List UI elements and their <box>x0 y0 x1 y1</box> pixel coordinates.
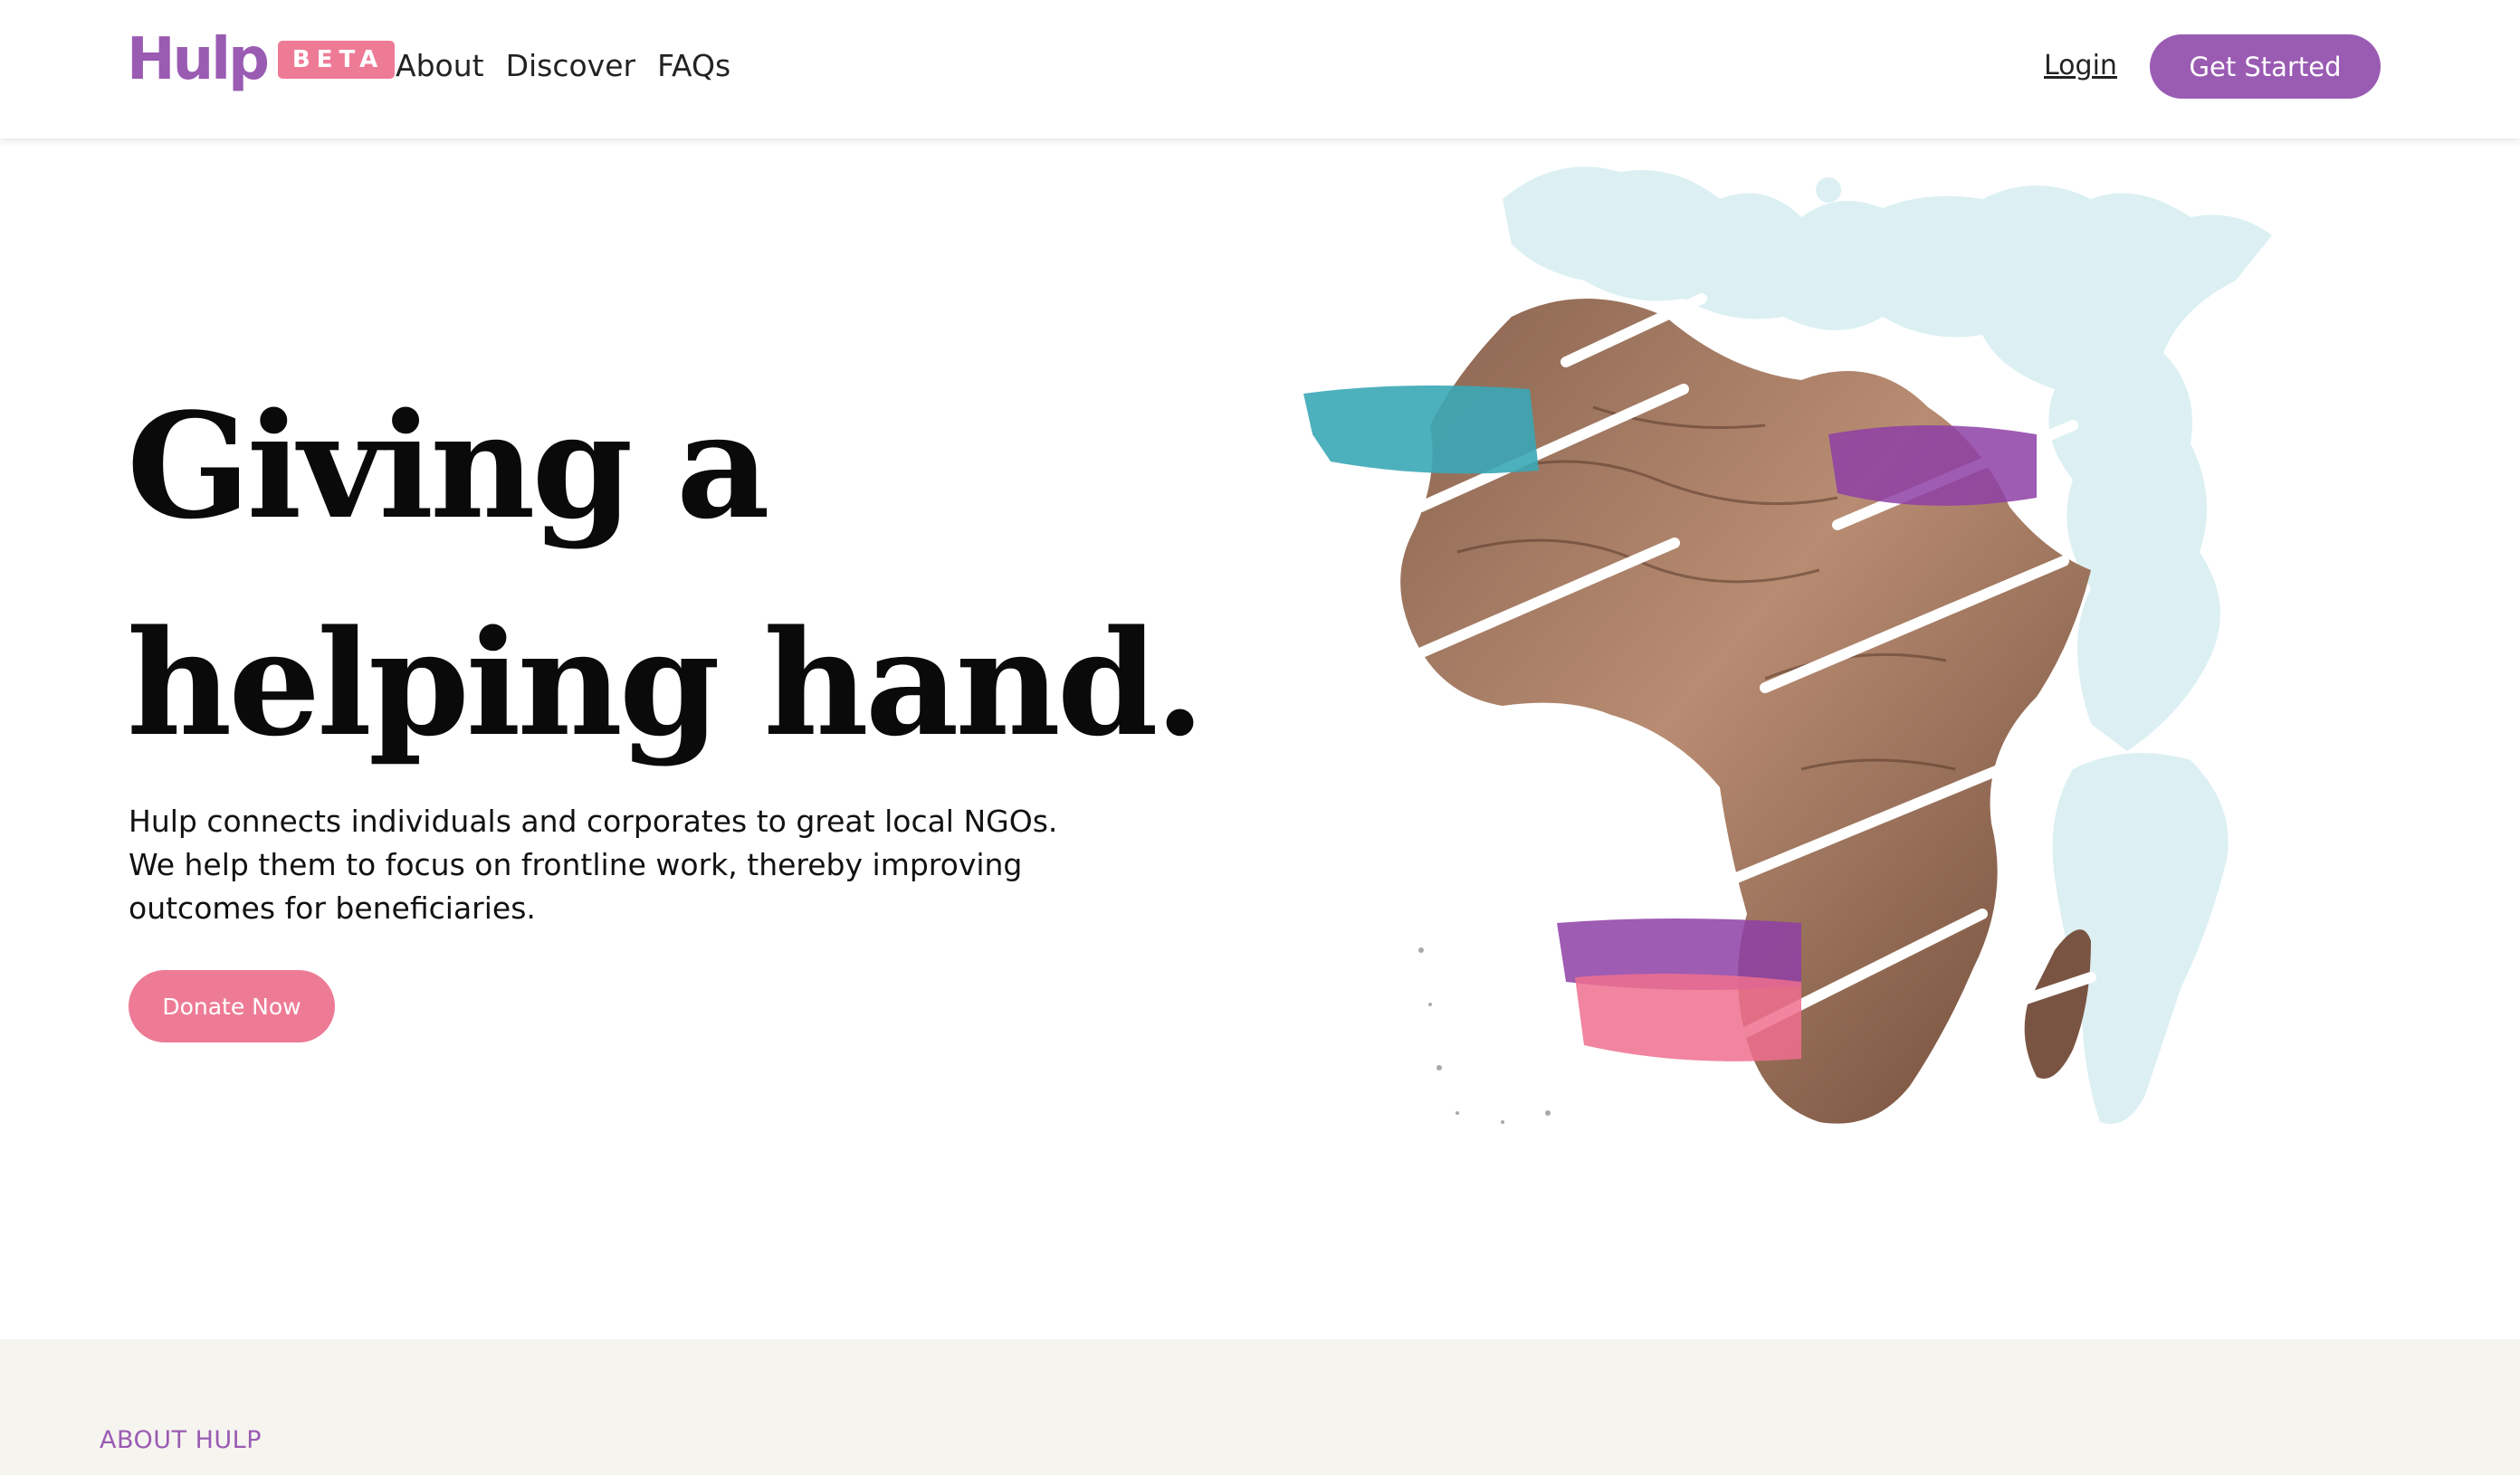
pink-brush-stroke <box>1575 974 1801 1061</box>
hero-description: Hulp connects individuals and corporates… <box>129 804 1058 926</box>
logo-wordmark: Hulp <box>127 26 270 93</box>
beta-badge: BETA <box>277 41 396 79</box>
get-started-button[interactable]: Get Started <box>2150 34 2381 99</box>
hulp-logo[interactable]: Hulp BETA <box>127 26 396 93</box>
about-section-label: ABOUT HULP <box>100 1426 262 1454</box>
nav-link-discover[interactable]: Discover <box>506 45 636 87</box>
africa-hands-illustration <box>1303 167 2272 1124</box>
login-link[interactable]: Login <box>2044 45 2117 87</box>
hero-headline-line-1: Giving a <box>127 381 770 551</box>
about-section <box>0 1339 2520 1475</box>
teal-brush-stroke <box>1303 385 1539 474</box>
nav-link-about[interactable]: About <box>396 45 484 87</box>
hero-headline: Giving a helping hand. <box>127 357 1205 792</box>
nav-link-faqs[interactable]: FAQs <box>657 45 730 87</box>
donate-now-button[interactable]: Donate Now <box>129 970 335 1042</box>
main-nav: About Discover FAQs <box>396 45 730 87</box>
purple-brush-stroke-top <box>1828 425 2037 506</box>
hero-headline-line-2: helping hand. <box>127 598 1205 768</box>
top-navbar: Hulp BETA About Discover FAQs Login Get … <box>0 0 2520 138</box>
